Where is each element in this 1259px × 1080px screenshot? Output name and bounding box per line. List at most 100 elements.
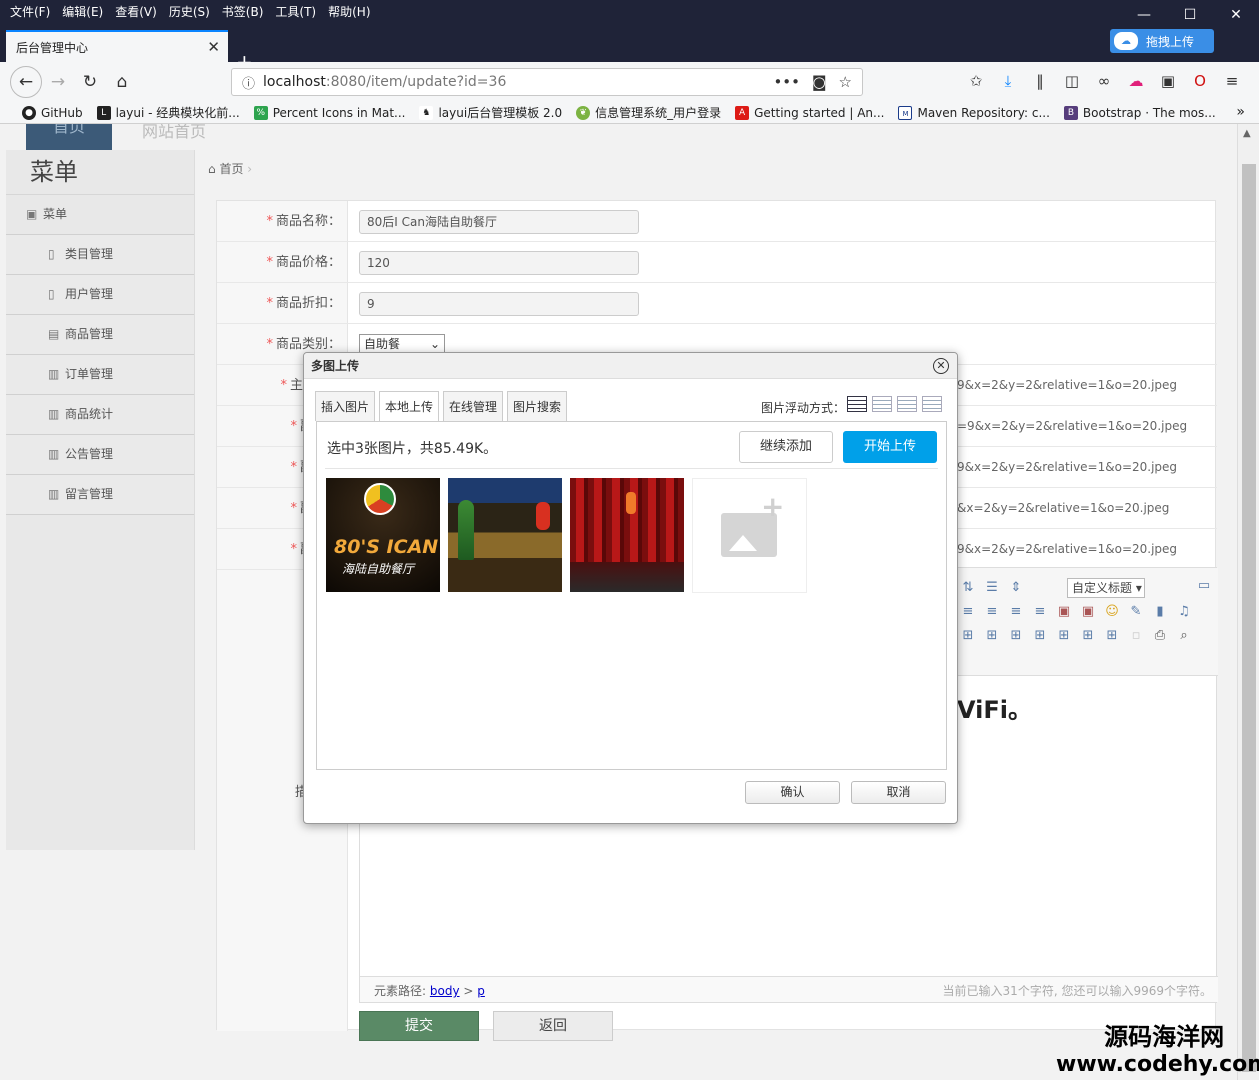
star-list-icon[interactable]: ✩ <box>960 72 992 90</box>
image-thumbnail[interactable] <box>570 478 684 592</box>
image-icon[interactable]: ▣ <box>1052 604 1076 622</box>
video-icon[interactable]: ▮ <box>1148 604 1172 622</box>
hamburger-menu-icon[interactable]: ≡ <box>1216 72 1248 90</box>
scrawl-icon[interactable]: ✎ <box>1124 604 1148 622</box>
merge-cells-icon[interactable]: ⊞ <box>1076 628 1100 646</box>
float-left-icon[interactable] <box>872 396 892 412</box>
bookmark-item[interactable]: % Percent Icons in Mat... <box>253 105 405 120</box>
dialog-close-icon[interactable]: ✕ <box>933 358 949 374</box>
tab-local-upload[interactable]: 本地上传 <box>379 391 440 422</box>
topnav-home[interactable]: 首页 <box>26 124 112 150</box>
download-icon[interactable]: ⤓ <box>992 72 1024 90</box>
menu-tools[interactable]: 工具(T) <box>275 3 316 20</box>
page-scrollbar[interactable]: ▲ <box>1237 124 1259 1080</box>
bookmark-item[interactable]: ♞ layui后台管理模板 2.0 <box>419 104 562 121</box>
topnav-site[interactable]: 网站首页 <box>142 124 206 142</box>
fullscreen-icon[interactable]: ▭ <box>1192 578 1216 596</box>
site-info-icon[interactable]: ⓘ <box>242 73 255 92</box>
split-cells-icon[interactable]: ⊞ <box>1100 628 1124 646</box>
float-center-icon[interactable] <box>922 396 942 412</box>
scroll-thumb[interactable] <box>1242 164 1256 1072</box>
multi-image-icon[interactable]: ▣ <box>1076 604 1100 622</box>
bookmarks-overflow-icon[interactable]: » <box>1236 104 1245 120</box>
music-icon[interactable]: ♫ <box>1172 604 1196 622</box>
insert-col-icon[interactable]: ⊞ <box>1004 628 1028 646</box>
menu-edit[interactable]: 编辑(E) <box>62 3 103 20</box>
menu-history[interactable]: 历史(S) <box>169 3 210 20</box>
background-icon[interactable]: ▫ <box>1124 628 1148 646</box>
library-icon[interactable]: ‖ <box>1024 72 1056 90</box>
image-thumbnail[interactable]: 80'S ICAN 海陆自助餐厅 <box>326 478 440 592</box>
maximize-icon[interactable]: ☐ <box>1167 0 1213 30</box>
paragraph-spacing-icon[interactable]: ☰ <box>980 580 1004 598</box>
preview-icon[interactable]: ⌕ <box>1172 628 1196 646</box>
tab-image-search[interactable]: 图片搜索 <box>507 391 568 421</box>
float-none-icon[interactable] <box>847 396 867 412</box>
minimize-icon[interactable]: — <box>1121 0 1167 30</box>
print-icon[interactable]: ⎙ <box>1148 628 1172 646</box>
cancel-button[interactable]: 取消 <box>851 781 946 804</box>
tab-online-manage[interactable]: 在线管理 <box>443 391 504 421</box>
align-center-icon[interactable]: ≡ <box>980 604 1004 622</box>
sidebar-item-products[interactable]: ▤ 商品管理 <box>6 315 194 355</box>
price-input[interactable]: 120 <box>359 251 639 275</box>
sidebar-item-category[interactable]: ▯ 类目管理 <box>6 235 194 275</box>
name-input[interactable]: 80后I Can海陆自助餐厅 <box>359 210 639 234</box>
add-image-slot[interactable]: + <box>692 478 807 593</box>
breadcrumb-home[interactable]: 首页 <box>219 162 243 176</box>
sync-icon[interactable]: ∞ <box>1088 72 1120 90</box>
align-right-icon[interactable]: ≡ <box>1004 604 1028 622</box>
category-select[interactable]: 自助餐 ⌄ <box>359 334 445 354</box>
url-bar[interactable]: ⓘ localhost:8080/item/update?id=36 ••• ◙… <box>231 68 863 96</box>
home-icon[interactable]: ⌂ <box>106 66 138 98</box>
bookmark-item[interactable]: Llayui - 经典模块化前... <box>96 104 240 121</box>
sidebar-item-notices[interactable]: ▥ 公告管理 <box>6 435 194 475</box>
drag-upload-button[interactable]: ☁ 拖拽上传 <box>1110 29 1214 53</box>
browser-tab[interactable]: 后台管理中心 ✕ <box>6 30 228 62</box>
add-more-button[interactable]: 继续添加 <box>739 431 833 463</box>
reload-icon[interactable]: ↻ <box>74 66 106 98</box>
submit-button[interactable]: 提交 <box>359 1011 479 1041</box>
pocket-icon[interactable]: ◙ <box>812 73 827 91</box>
sidebar-item-users[interactable]: ▯ 用户管理 <box>6 275 194 315</box>
sidebar-item-orders[interactable]: ▥ 订单管理 <box>6 355 194 395</box>
pocket-cloud-icon[interactable]: ☁ <box>1120 72 1152 90</box>
bookmark-item[interactable]: ❦ 信息管理系统_用户登录 <box>576 104 721 121</box>
more-actions-icon[interactable]: ••• <box>773 73 800 91</box>
start-upload-button[interactable]: 开始上传 <box>843 431 937 463</box>
delete-row-icon[interactable]: ⊞ <box>1028 628 1052 646</box>
bookmark-item[interactable]: M Maven Repository: c... <box>898 105 1050 120</box>
line-height-icon[interactable]: ⇕ <box>1004 580 1028 598</box>
scroll-up-icon[interactable]: ▲ <box>1243 128 1251 139</box>
back-arrow-icon[interactable]: ← <box>10 66 42 98</box>
tab-close-icon[interactable]: ✕ <box>207 38 220 56</box>
menu-view[interactable]: 查看(V) <box>115 3 157 20</box>
insert-row-icon[interactable]: ⊞ <box>980 628 1004 646</box>
tab-insert-image[interactable]: 插入图片 <box>315 391 376 421</box>
menu-bookmarks[interactable]: 书签(B) <box>222 3 264 20</box>
forward-arrow-icon[interactable]: → <box>42 66 74 98</box>
delete-col-icon[interactable]: ⊞ <box>1052 628 1076 646</box>
element-path-p[interactable]: p <box>477 984 485 998</box>
back-button[interactable]: 返回 <box>493 1011 613 1041</box>
align-icon[interactable]: ⇅ <box>956 580 980 598</box>
sidebar-icon[interactable]: ◫ <box>1056 72 1088 90</box>
editor-content[interactable]: ViFi。 <box>957 690 1032 725</box>
table-icon[interactable]: ⊞ <box>956 628 980 646</box>
close-window-icon[interactable]: ✕ <box>1213 0 1259 30</box>
heading-select[interactable]: 自定义标题 ▾ <box>1067 578 1145 598</box>
bookmark-item[interactable]: ● GitHub <box>22 105 83 120</box>
sidebar-item-statistics[interactable]: ▥ 商品统计 <box>6 395 194 435</box>
bookmark-item[interactable]: A Getting started | An... <box>735 105 884 120</box>
align-left-icon[interactable]: ≡ <box>956 604 980 622</box>
menu-help[interactable]: 帮助(H) <box>328 3 370 20</box>
sidebar-item-messages[interactable]: ▥ 留言管理 <box>6 475 194 515</box>
opera-icon[interactable]: O <box>1184 72 1216 90</box>
emoji-icon[interactable]: ☺ <box>1100 604 1124 622</box>
extension-icon[interactable]: ▣ <box>1152 72 1184 90</box>
element-path-body[interactable]: body <box>430 984 460 998</box>
menu-file[interactable]: 文件(F) <box>10 3 50 20</box>
bookmark-item[interactable]: B Bootstrap · The mos... <box>1063 105 1216 120</box>
sidebar-menu-header[interactable]: ▣ 菜单 <box>6 195 194 235</box>
discount-input[interactable]: 9 <box>359 292 639 316</box>
